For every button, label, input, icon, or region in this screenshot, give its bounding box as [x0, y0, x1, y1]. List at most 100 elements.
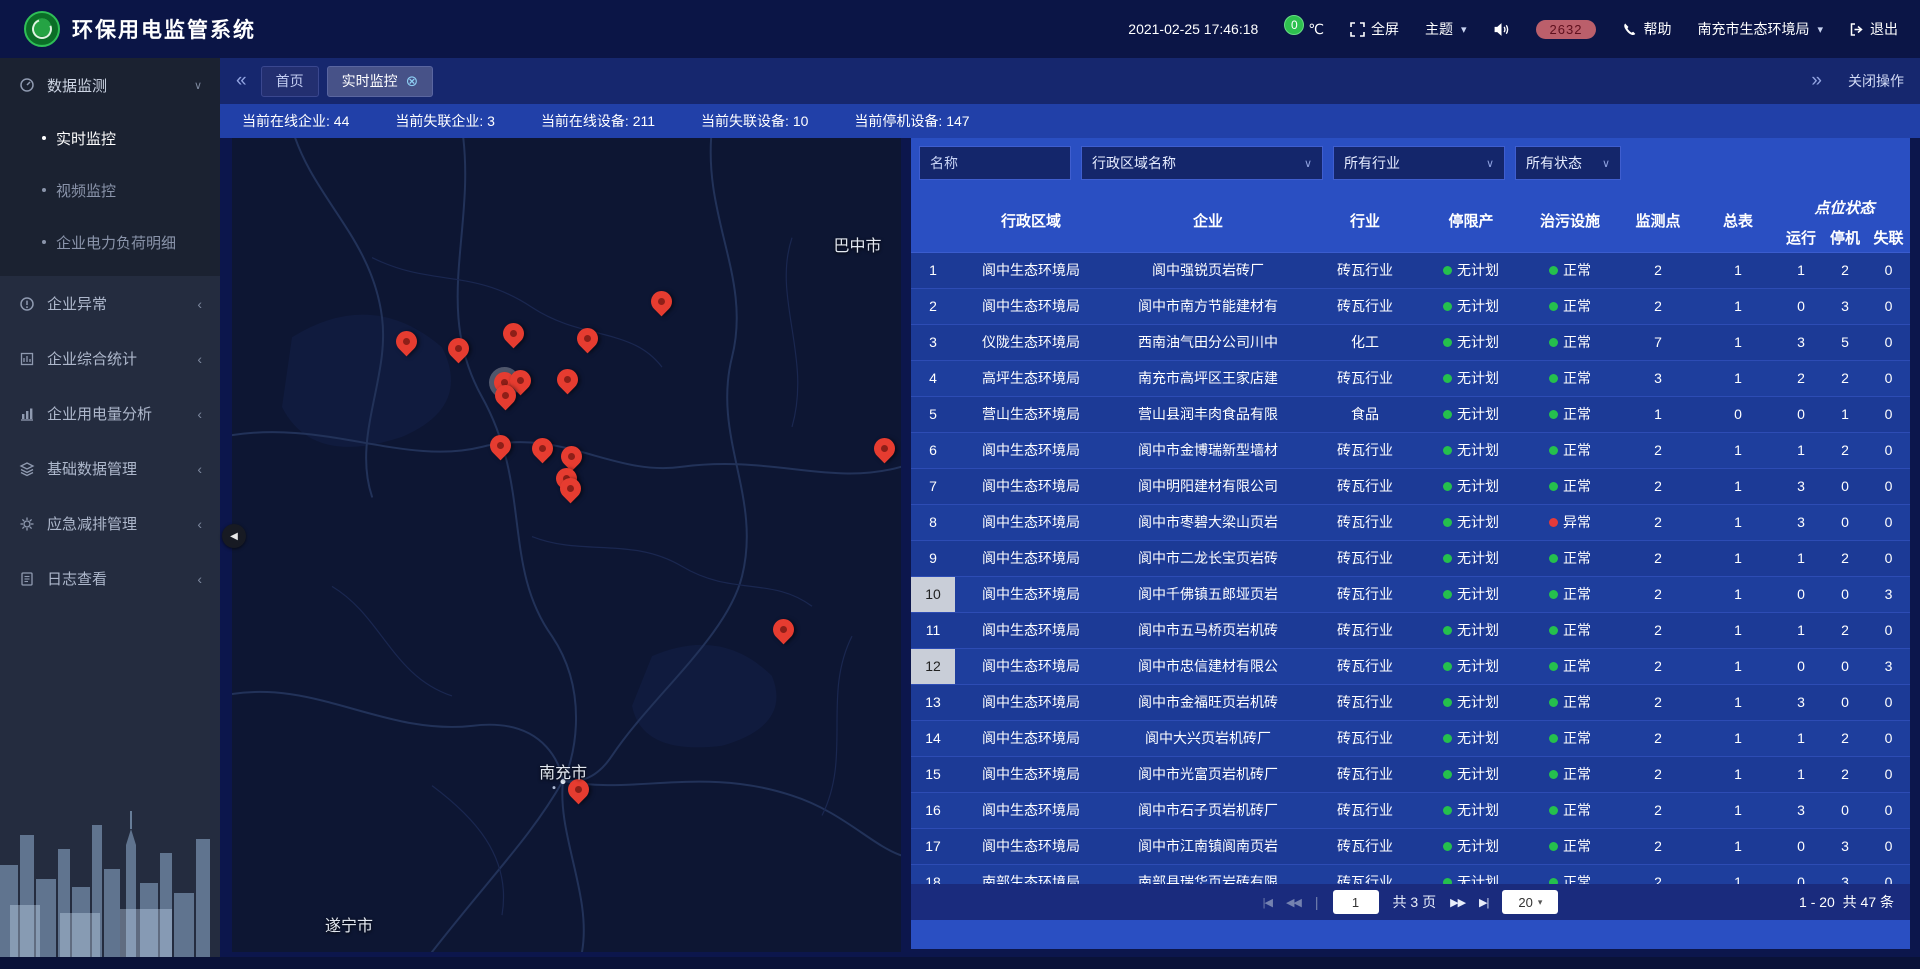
cell-meter-count: 1 — [1697, 792, 1779, 828]
app-logo-icon — [24, 11, 60, 47]
table-row[interactable]: 18南部生态环境局南部县瑞华页岩砖有限砖瓦行业无计划正常21030 — [911, 864, 1910, 884]
cell-meter-count: 1 — [1697, 648, 1779, 684]
pagination: |◀ ◀◀ | 1 共 3 页 ▶▶ ▶| 20 ▾ 1 - 20 共 47 条 — [911, 884, 1910, 920]
cell-facility-status: 正常 — [1521, 828, 1619, 864]
map-city-label: 遂宁市 — [325, 912, 373, 936]
theme-menu[interactable]: 主题▾ — [1425, 19, 1467, 39]
table-row[interactable]: 8阆中生态环境局阆中市枣碧大梁山页岩砖瓦行业无计划异常21300 — [911, 504, 1910, 540]
status-dot-green — [1443, 770, 1452, 779]
table-row[interactable]: 12阆中生态环境局阆中市忠信建材有限公砖瓦行业无计划正常21003 — [911, 648, 1910, 684]
table-header: 行政区域 企业 行业 停限产 治污设施 监测点 总表 点位状态 — [911, 190, 1910, 252]
table-row[interactable]: 9阆中生态环境局阆中市二龙长宝页岩砖砖瓦行业无计划正常21120 — [911, 540, 1910, 576]
announcement-icon[interactable] — [1493, 22, 1510, 37]
cell-stop-plan: 无计划 — [1421, 432, 1521, 468]
region-filter-select[interactable]: 行政区域名称 ∨ — [1081, 146, 1323, 180]
table-row[interactable]: 11阆中生态环境局阆中市五马桥页岩机砖砖瓦行业无计划正常21120 — [911, 612, 1910, 648]
cell-company: 阆中市金福旺页岩机砖 — [1107, 684, 1309, 720]
sidebar-collapse-button[interactable]: ◀ — [222, 524, 246, 548]
sidebar-items: 企业异常‹企业综合统计‹企业用电量分析‹基础数据管理‹应急减排管理‹日志查看‹ — [0, 276, 220, 606]
cell-facility-status: 正常 — [1521, 360, 1619, 396]
fullscreen-button[interactable]: 全屏 — [1350, 19, 1399, 39]
table-row[interactable]: 10阆中生态环境局阆中千佛镇五郎垭页岩砖瓦行业无计划正常21003 — [911, 576, 1910, 612]
first-page-icon[interactable]: |◀ — [1263, 896, 1272, 909]
row-index: 7 — [911, 468, 955, 504]
name-filter-input[interactable]: 名称 — [919, 146, 1071, 180]
cell-run-count: 3 — [1779, 684, 1823, 720]
table-row[interactable]: 1阆中生态环境局阆中强锐页岩砖厂砖瓦行业无计划正常21120 — [911, 252, 1910, 288]
sidebar-subitem[interactable]: 实时监控 — [0, 112, 220, 164]
industry-filter-select[interactable]: 所有行业 ∨ — [1333, 146, 1505, 180]
table-row[interactable]: 17阆中生态环境局阆中市江南镇阆南页岩砖瓦行业无计划正常21030 — [911, 828, 1910, 864]
sidebar-item[interactable]: 企业综合统计‹ — [0, 331, 220, 386]
page-size-select[interactable]: 20 ▾ — [1502, 890, 1558, 914]
close-operations-menu[interactable]: 关闭操作 — [1848, 71, 1904, 91]
cell-industry: 砖瓦行业 — [1309, 288, 1421, 324]
cell-meter-count: 1 — [1697, 864, 1779, 884]
org-menu[interactable]: 南充市生态环境局▾ — [1697, 19, 1823, 39]
table-row[interactable]: 2阆中生态环境局阆中市南方节能建材有砖瓦行业无计划正常21030 — [911, 288, 1910, 324]
row-index: 14 — [911, 720, 955, 756]
cell-industry: 砖瓦行业 — [1309, 792, 1421, 828]
cell-industry: 砖瓦行业 — [1309, 504, 1421, 540]
logout-button[interactable]: 退出 — [1849, 19, 1898, 39]
tabs-scroll-left-icon[interactable]: « — [236, 70, 247, 92]
sidebar-item[interactable]: 企业异常‹ — [0, 276, 220, 331]
cell-industry: 砖瓦行业 — [1309, 252, 1421, 288]
last-page-icon[interactable]: ▶| — [1479, 896, 1488, 909]
cell-halt-count: 3 — [1823, 828, 1867, 864]
table-row[interactable]: 7阆中生态环境局阆中明阳建材有限公司砖瓦行业无计划正常21300 — [911, 468, 1910, 504]
cell-halt-count: 2 — [1823, 756, 1867, 792]
map-city-label: 巴中市 — [833, 232, 881, 256]
cell-monitor-count: 2 — [1619, 576, 1697, 612]
tab-bar: « 首页 实时监控 ⊗ » 关闭操作 — [220, 58, 1920, 104]
sidebar-item[interactable]: 企业用电量分析‹ — [0, 386, 220, 441]
next-page-icon[interactable]: ▶▶ — [1450, 896, 1465, 909]
sidebar-item[interactable]: 基础数据管理‹ — [0, 441, 220, 496]
cell-run-count: 0 — [1779, 396, 1823, 432]
sidebar-item[interactable]: 应急减排管理‹ — [0, 496, 220, 551]
sidebar-subitem[interactable]: 企业电力负荷明细 — [0, 216, 220, 268]
cell-meter-count: 1 — [1697, 720, 1779, 756]
cell-company: 阆中千佛镇五郎垭页岩 — [1107, 576, 1309, 612]
cell-meter-count: 1 — [1697, 504, 1779, 540]
cell-company: 阆中明阳建材有限公司 — [1107, 468, 1309, 504]
tab-realtime-monitor[interactable]: 实时监控 ⊗ — [327, 66, 434, 97]
table-row[interactable]: 16阆中生态环境局阆中市石子页岩机砖厂砖瓦行业无计划正常21300 — [911, 792, 1910, 828]
table-row[interactable]: 6阆中生态环境局阆中市金博瑞新型墙材砖瓦行业无计划正常21120 — [911, 432, 1910, 468]
help-button[interactable]: 帮助 — [1622, 19, 1671, 39]
tabs-scroll-right-icon[interactable]: » — [1811, 70, 1822, 92]
cell-region: 阆中生态环境局 — [955, 828, 1107, 864]
cell-stop-plan: 无计划 — [1421, 828, 1521, 864]
table-row[interactable]: 3仪陇生态环境局西南油气田分公司川中化工无计划正常71350 — [911, 324, 1910, 360]
cell-region: 阆中生态环境局 — [955, 468, 1107, 504]
tab-home[interactable]: 首页 — [261, 66, 319, 97]
table-row[interactable]: 4高坪生态环境局南充市高坪区王家店建砖瓦行业无计划正常31220 — [911, 360, 1910, 396]
cell-stop-plan: 无计划 — [1421, 576, 1521, 612]
map[interactable]: 巴中市南充市遂宁市 — [232, 138, 901, 952]
table-row[interactable]: 13阆中生态环境局阆中市金福旺页岩机砖砖瓦行业无计划正常21300 — [911, 684, 1910, 720]
table-row[interactable]: 15阆中生态环境局阆中市光富页岩机砖厂砖瓦行业无计划正常21120 — [911, 756, 1910, 792]
cell-meter-count: 0 — [1697, 396, 1779, 432]
sidebar-subitem[interactable]: 视频监控 — [0, 164, 220, 216]
cell-industry: 砖瓦行业 — [1309, 612, 1421, 648]
cell-stop-plan: 无计划 — [1421, 648, 1521, 684]
cell-facility-status: 正常 — [1521, 540, 1619, 576]
sidebar-item-data-monitoring[interactable]: 数据监测 ∨ — [0, 58, 220, 112]
table-row[interactable]: 14阆中生态环境局阆中大兴页岩机砖厂砖瓦行业无计划正常21120 — [911, 720, 1910, 756]
close-icon[interactable]: ⊗ — [406, 72, 419, 90]
cell-region: 阆中生态环境局 — [955, 720, 1107, 756]
status-dot-green — [1443, 590, 1452, 599]
cell-run-count: 3 — [1779, 504, 1823, 540]
status-filter-select[interactable]: 所有状态 ∨ — [1515, 146, 1621, 180]
prev-page-icon[interactable]: ◀◀ — [1286, 896, 1301, 909]
cell-industry: 砖瓦行业 — [1309, 540, 1421, 576]
sidebar-item[interactable]: 日志查看‹ — [0, 551, 220, 606]
notice-count-badge[interactable]: 2632 — [1536, 20, 1597, 39]
cell-run-count: 1 — [1779, 540, 1823, 576]
status-dot-green — [1443, 338, 1452, 347]
cell-region: 阆中生态环境局 — [955, 504, 1107, 540]
table-row[interactable]: 5营山生态环境局营山县润丰肉食品有限食品无计划正常10010 — [911, 396, 1910, 432]
page-size-value: 20 — [1518, 895, 1532, 910]
page-number-input[interactable]: 1 — [1333, 890, 1379, 914]
cell-meter-count: 1 — [1697, 288, 1779, 324]
